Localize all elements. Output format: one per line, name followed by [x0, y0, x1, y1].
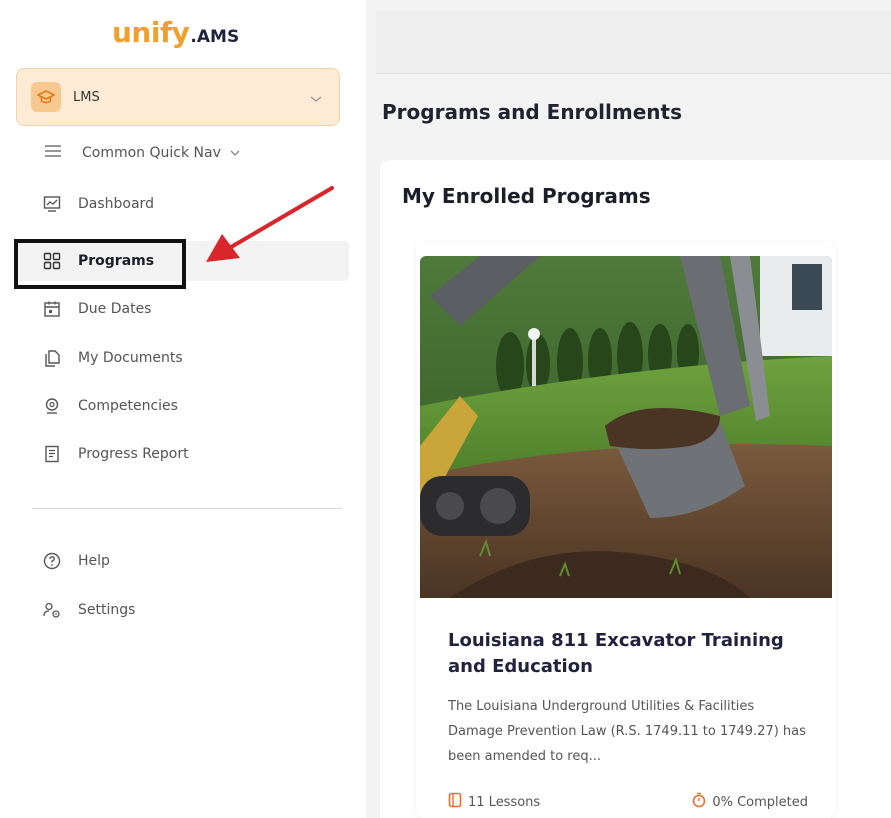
- panel-title: My Enrolled Programs: [402, 184, 651, 208]
- lessons-count: 11 Lessons: [448, 792, 540, 812]
- chevron-down-icon: [229, 145, 241, 161]
- nav-label: My Documents: [78, 350, 183, 366]
- program-title[interactable]: Louisiana 811 Excavator Training and Edu…: [448, 628, 808, 680]
- main-content: Programs and Enrollments My Enrolled Pro…: [366, 0, 891, 818]
- logo-suffix: .AMS: [190, 27, 240, 47]
- nav-item-progress-report[interactable]: Progress Report: [30, 434, 346, 474]
- nav-item-due-dates[interactable]: Due Dates: [30, 289, 346, 329]
- annotation-arrow: [206, 186, 334, 262]
- nav-label: Dashboard: [78, 196, 154, 212]
- module-label: LMS: [73, 89, 100, 105]
- nav-label: Due Dates: [78, 301, 152, 317]
- top-bar: [376, 10, 891, 74]
- app-logo[interactable]: unify .AMS: [112, 16, 239, 52]
- excavator-photo: [420, 256, 832, 598]
- program-image[interactable]: [420, 256, 832, 598]
- settings-users-icon: [42, 600, 62, 620]
- nav-item-my-documents[interactable]: My Documents: [30, 338, 346, 378]
- quick-nav-label: Common Quick Nav: [82, 145, 221, 161]
- documents-icon: [42, 348, 62, 368]
- dashboard-chart-icon: [42, 194, 62, 214]
- common-quick-nav[interactable]: Common Quick Nav: [44, 144, 241, 162]
- timer-icon: [692, 792, 706, 812]
- program-description: The Louisiana Underground Utilities & Fa…: [448, 699, 806, 764]
- nav-item-settings[interactable]: Settings: [30, 590, 346, 630]
- enrolled-programs-panel: My Enrolled Programs Louisiana 811 Excav…: [380, 160, 891, 818]
- module-selector[interactable]: LMS: [16, 68, 340, 126]
- nav-label: Competencies: [78, 398, 178, 414]
- report-icon: [42, 444, 62, 464]
- badge-icon: [42, 396, 62, 416]
- completion-status: 0% Completed: [692, 792, 808, 812]
- lessons-book-icon: [448, 792, 462, 812]
- nav-label: Settings: [78, 602, 136, 618]
- chevron-down-icon: [309, 89, 323, 108]
- nav-label: Progress Report: [78, 446, 189, 462]
- program-meta: 11 Lessons 0% Completed: [448, 792, 808, 812]
- menu-icon: [44, 144, 62, 162]
- nav-label: Help: [78, 553, 110, 569]
- sidebar-divider: [32, 508, 342, 509]
- calendar-icon: [42, 299, 62, 319]
- annotation-highlight-box: [14, 239, 186, 289]
- page-title: Programs and Enrollments: [382, 100, 682, 124]
- graduation-cap-icon: [31, 82, 61, 112]
- completion-label: 0% Completed: [712, 794, 808, 810]
- program-card[interactable]: Louisiana 811 Excavator Training and Edu…: [416, 242, 836, 818]
- sidebar: unify .AMS LMS Common Quick Nav Dashboar…: [0, 0, 362, 818]
- help-circle-icon: [42, 551, 62, 571]
- nav-item-competencies[interactable]: Competencies: [30, 386, 346, 426]
- lessons-label: 11 Lessons: [468, 794, 541, 810]
- nav-item-help[interactable]: Help: [30, 541, 346, 581]
- logo-text: unify: [112, 16, 190, 49]
